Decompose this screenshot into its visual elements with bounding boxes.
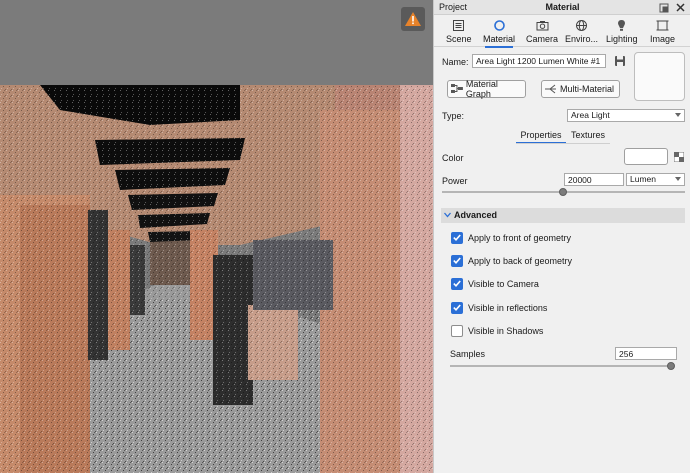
tab-label: Camera (526, 34, 559, 44)
type-label: Type: (442, 111, 465, 121)
option-label: Visible in reflections (468, 302, 548, 313)
option-label: Visible to Camera (468, 278, 539, 289)
checkmark-icon (453, 280, 461, 287)
option-label: Visible in Shadows (468, 325, 544, 336)
subtab-textures[interactable]: Textures (568, 130, 608, 144)
power-unit-dropdown[interactable]: Lumen (626, 173, 685, 186)
material-icon (493, 20, 505, 31)
samples-slider-handle[interactable] (667, 362, 675, 370)
lighting-icon (618, 20, 626, 31)
image-icon (656, 20, 669, 31)
power-value-field[interactable]: 20000 (564, 173, 624, 186)
multi-material-icon (545, 84, 556, 94)
render-viewport[interactable] (0, 0, 433, 473)
multi-material-label: Multi-Material (560, 84, 615, 94)
tab-camera[interactable]: Camera (526, 16, 558, 47)
chevron-down-icon (444, 212, 451, 218)
color-swatch[interactable] (624, 148, 668, 165)
rendered-office-corridor-image (0, 0, 433, 473)
type-dropdown[interactable]: Area Light (567, 109, 685, 122)
save-icon[interactable] (614, 55, 626, 69)
name-label: Name: (442, 57, 469, 67)
tab-environment[interactable]: Enviro... (565, 16, 598, 47)
tab-label: Lighting (606, 34, 638, 44)
chevron-down-icon (675, 113, 681, 117)
camera-icon (536, 21, 548, 31)
option-apply-back[interactable]: Apply to back of geometry (451, 254, 572, 267)
tab-label: Scene (446, 34, 472, 44)
scene-icon (453, 20, 465, 31)
checkmark-icon (453, 304, 461, 311)
samples-label: Samples (450, 349, 486, 359)
checkmark-icon (453, 257, 461, 264)
subtab-divider (516, 143, 610, 144)
tab-scene[interactable]: Scene (446, 16, 472, 47)
option-label: Apply to back of geometry (468, 255, 573, 266)
texture-checker-icon[interactable] (673, 151, 685, 164)
material-preview-swatch[interactable] (634, 52, 685, 101)
close-icon[interactable] (675, 2, 686, 13)
power-slider-handle[interactable] (559, 188, 567, 196)
option-label: Apply to front of geometry (468, 232, 572, 243)
checkbox-unchecked[interactable] (451, 324, 463, 337)
tab-image[interactable]: Image (650, 16, 675, 47)
render-warning-button[interactable] (401, 7, 425, 31)
material-name-field[interactable]: Area Light 1200 Lumen White #1 (472, 54, 606, 68)
environment-icon (576, 20, 587, 31)
panel-titlebar: Project Material (434, 0, 690, 15)
warning-icon (405, 12, 421, 26)
material-graph-button[interactable]: Material Graph (447, 79, 526, 99)
tab-label: Material (483, 34, 516, 44)
advanced-section-header[interactable]: Advanced (441, 208, 685, 223)
power-unit-value: Lumen (630, 174, 656, 184)
material-graph-icon (451, 84, 463, 93)
tab-label: Image (650, 34, 676, 44)
option-apply-front[interactable]: Apply to front of geometry (451, 231, 571, 244)
option-visible-camera[interactable]: Visible to Camera (451, 277, 539, 290)
multi-material-button[interactable]: Multi-Material (541, 80, 620, 98)
panel-title: Material (545, 2, 580, 12)
checkbox-checked[interactable] (451, 301, 463, 314)
checkbox-checked[interactable] (451, 231, 463, 244)
samples-value-field[interactable]: 256 (615, 347, 677, 360)
type-value: Area Light (571, 110, 610, 120)
color-label: Color (442, 153, 464, 163)
project-label[interactable]: Project (439, 2, 467, 12)
checkmark-icon (453, 234, 461, 241)
option-visible-shadows[interactable]: Visible in Shadows (451, 324, 543, 337)
subtab-properties[interactable]: Properties (516, 130, 566, 144)
panel-tabs: Scene Material Camera Enviro... Lighting… (434, 16, 690, 48)
material-graph-label: Material Graph (465, 79, 498, 99)
tab-label: Enviro... (565, 34, 599, 44)
chevron-down-icon (675, 177, 681, 181)
tab-lighting[interactable]: Lighting (606, 16, 638, 47)
tab-material[interactable]: Material (483, 16, 516, 48)
checkbox-checked[interactable] (451, 277, 463, 290)
checkbox-checked[interactable] (451, 254, 463, 267)
pop-out-icon[interactable] (658, 2, 669, 13)
power-label: Power (442, 176, 468, 186)
advanced-section-title: Advanced (454, 210, 498, 220)
samples-slider-track[interactable] (450, 365, 672, 367)
option-visible-reflections[interactable]: Visible in reflections (451, 301, 547, 314)
